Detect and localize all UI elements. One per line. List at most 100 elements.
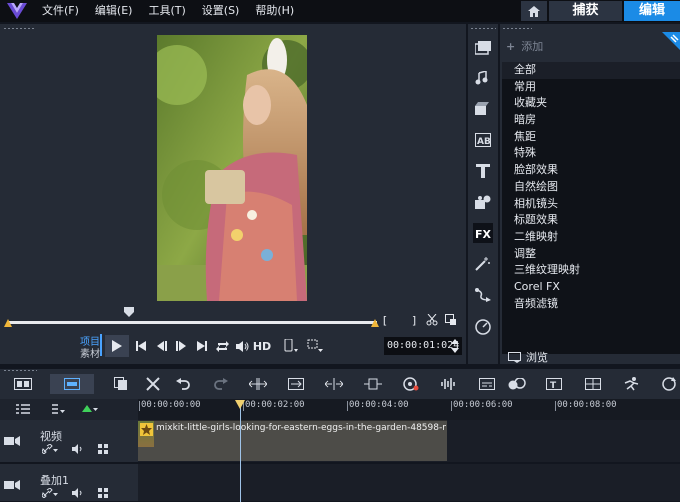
pin-icon[interactable]	[658, 32, 680, 50]
ruler-tick	[451, 401, 452, 411]
multi-trim-button[interactable]	[364, 376, 382, 392]
track-grid-icon[interactable]	[98, 488, 108, 498]
path-button[interactable]	[473, 285, 493, 305]
scrub-bar[interactable]	[7, 321, 377, 324]
overlay-track-lane[interactable]	[138, 464, 680, 502]
next-frame-button[interactable]	[174, 338, 188, 354]
title-track-button[interactable]: T	[545, 376, 563, 392]
add-marker-icon[interactable]	[82, 404, 98, 414]
category-item[interactable]: 焦距	[502, 129, 680, 146]
tab-edit[interactable]: 编辑	[624, 1, 680, 21]
text-button[interactable]	[473, 161, 493, 181]
media-library-button[interactable]	[473, 38, 493, 58]
color-grading-button[interactable]	[402, 376, 420, 392]
subtitle-button[interactable]	[478, 376, 496, 392]
split-clip-button[interactable]	[425, 312, 439, 328]
timecode-spin-icon[interactable]	[451, 338, 459, 354]
storyboard-view-button[interactable]	[14, 376, 32, 392]
volume-button[interactable]	[234, 338, 250, 354]
split-screen-icon	[585, 378, 601, 390]
mode-clip[interactable]: 素材	[80, 345, 100, 360]
speed-button[interactable]	[473, 317, 493, 337]
split-screen-button[interactable]	[584, 376, 602, 392]
title-icon: AB	[475, 133, 491, 147]
mask-button[interactable]	[508, 376, 526, 392]
previous-frame-button[interactable]	[155, 338, 169, 354]
hd-preview-button[interactable]: HD	[253, 338, 271, 354]
track-audio-icon[interactable]	[72, 444, 84, 454]
fit-project-button[interactable]	[287, 376, 305, 392]
magic-button[interactable]	[473, 254, 493, 274]
mark-out-button[interactable]: ]	[410, 312, 418, 328]
category-item[interactable]: Corel FX	[502, 279, 680, 296]
filter-panel-grip[interactable]	[502, 27, 532, 30]
track-grid-icon[interactable]	[98, 444, 108, 454]
category-item[interactable]: 自然绘图	[502, 179, 680, 196]
link-icon[interactable]	[42, 488, 58, 498]
graphics-button[interactable]	[473, 192, 493, 212]
star-icon	[140, 423, 153, 436]
category-item[interactable]: 调整	[502, 246, 680, 263]
device-menu-button[interactable]	[282, 338, 300, 354]
track-manager-icon[interactable]	[16, 404, 30, 414]
instant-project-button[interactable]	[473, 68, 493, 88]
category-item[interactable]: 脸部效果	[502, 162, 680, 179]
menu-edit[interactable]: 编辑(E)	[95, 0, 133, 22]
copy-button[interactable]	[112, 376, 130, 392]
repeat-button[interactable]	[214, 338, 230, 354]
chapter-menu-icon[interactable]	[52, 404, 66, 414]
mark-in-button[interactable]: [	[381, 312, 389, 328]
category-item[interactable]: 常用	[502, 79, 680, 96]
menu-settings[interactable]: 设置(S)	[202, 0, 240, 22]
playhead[interactable]	[240, 404, 241, 502]
audio-button[interactable]	[440, 376, 458, 392]
undo-button[interactable]	[174, 376, 192, 392]
loop-button[interactable]	[660, 376, 678, 392]
home-button[interactable]	[521, 1, 547, 21]
tools-button[interactable]	[144, 376, 162, 392]
add-button[interactable]: + 添加	[506, 38, 543, 54]
category-item[interactable]: 全部	[502, 62, 680, 79]
redo-button[interactable]	[212, 376, 230, 392]
text-icon	[476, 164, 490, 178]
fx-filter-button[interactable]: FX	[473, 223, 493, 243]
menu-file[interactable]: 文件(F)	[42, 0, 79, 22]
category-item[interactable]: 三维纹理映射	[502, 262, 680, 279]
scrub-handle[interactable]	[124, 307, 134, 317]
category-item[interactable]: 标题效果	[502, 212, 680, 229]
track-audio-icon[interactable]	[72, 488, 84, 498]
category-item[interactable]: 相机镜头	[502, 196, 680, 213]
link-icon[interactable]	[42, 444, 58, 454]
video-clip[interactable]: mixkit-little-girls-looking-for-eastern-…	[138, 420, 447, 461]
app-logo-icon	[7, 3, 27, 19]
aspect-menu-button[interactable]	[306, 338, 324, 354]
go-to-start-button[interactable]	[134, 338, 148, 354]
copy-icon	[114, 377, 127, 390]
timeline-ruler[interactable]: 00:00:00:00 00:00:02:00 00:00:04:00 00:0…	[138, 399, 680, 420]
category-item[interactable]: 音频滤镜	[502, 296, 680, 313]
category-item[interactable]: 二维映射	[502, 229, 680, 246]
timeline-grip[interactable]	[3, 369, 37, 372]
transition-button[interactable]	[473, 99, 493, 119]
category-item[interactable]: 暗房	[502, 112, 680, 129]
panel-grip[interactable]	[3, 27, 35, 30]
ripple-edit-button[interactable]	[249, 376, 267, 392]
title-button[interactable]: AB	[473, 130, 493, 150]
category-item[interactable]: 特殊	[502, 145, 680, 162]
menu-tools[interactable]: 工具(T)	[148, 0, 185, 22]
timeline-toolbar: T	[0, 369, 680, 399]
go-to-end-button[interactable]	[195, 338, 209, 354]
menu-help[interactable]: 帮助(H)	[255, 0, 294, 22]
ruler-tick	[555, 401, 556, 411]
motion-tracking-button[interactable]	[622, 376, 640, 392]
enlarge-preview-button[interactable]	[444, 312, 458, 328]
play-button[interactable]	[105, 335, 129, 357]
strip-grip[interactable]	[470, 27, 496, 30]
magic-wand-icon	[475, 257, 490, 271]
category-item[interactable]: 收藏夹	[502, 95, 680, 112]
graphics-icon	[475, 195, 491, 209]
zoom-fit-button[interactable]	[325, 376, 343, 392]
tab-capture[interactable]: 捕获	[549, 1, 622, 21]
timeline-view-button[interactable]	[50, 374, 94, 394]
browse-button[interactable]: 浏览	[508, 349, 548, 365]
